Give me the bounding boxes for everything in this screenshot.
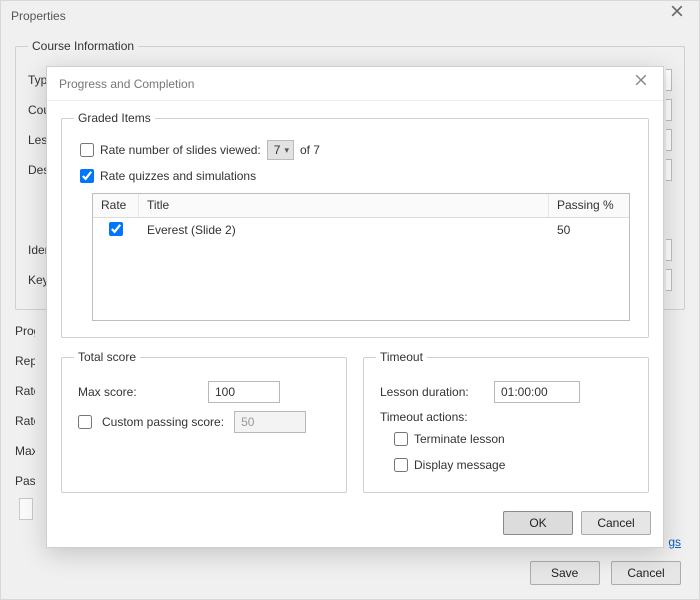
dialog-close-icon[interactable] (635, 74, 653, 92)
max-score-label: Max score: (78, 385, 198, 399)
properties-title: Properties (11, 9, 66, 23)
rate-quizzes-checkbox[interactable] (80, 169, 94, 183)
max-score-field[interactable]: 100 (208, 381, 280, 403)
custom-passing-field: 50 (234, 411, 306, 433)
total-score-group: Total score Max score: 100 Custom passin… (61, 350, 347, 493)
graded-items-legend: Graded Items (74, 111, 155, 125)
col-rate[interactable]: Rate (93, 194, 139, 217)
dialog-titlebar: Progress and Completion (47, 67, 663, 101)
terminate-lesson-row: Terminate lesson (394, 428, 636, 450)
rate-slides-row: Rate number of slides viewed: 7 ▾ of 7 (80, 139, 636, 161)
course-info-legend: Course Information (28, 39, 138, 53)
lesson-duration-row: Lesson duration: 01:00:00 (380, 380, 636, 404)
timeout-actions-label: Timeout actions: (380, 410, 636, 424)
properties-buttons: Save Cancel (522, 561, 681, 585)
settings-link-tail[interactable]: gs (668, 535, 681, 549)
slides-count-value: 7 (274, 143, 281, 157)
dialog-buttons: OK Cancel (47, 505, 663, 547)
display-message-row: Display message (394, 454, 636, 476)
table-row[interactable]: Everest (Slide 2) 50 (93, 218, 629, 242)
pass-field-stub (19, 498, 33, 520)
lesson-duration-field[interactable]: 01:00:00 (494, 381, 580, 403)
graded-items-table: Rate Title Passing % Everest (Slide 2) 5… (92, 193, 630, 321)
chevron-down-icon: ▾ (284, 145, 289, 156)
dialog-title: Progress and Completion (59, 77, 194, 91)
graded-items-group: Graded Items Rate number of slides viewe… (61, 111, 649, 338)
rate-quizzes-label: Rate quizzes and simulations (100, 169, 256, 183)
timeout-legend: Timeout (376, 350, 427, 364)
custom-passing-checkbox[interactable] (78, 415, 92, 429)
timeout-group: Timeout Lesson duration: 01:00:00 Timeou… (363, 350, 649, 493)
lesson-duration-label: Lesson duration: (380, 385, 484, 399)
ok-button[interactable]: OK (503, 511, 573, 535)
row-title-cell: Everest (Slide 2) (139, 219, 549, 241)
table-header: Rate Title Passing % (93, 194, 629, 218)
properties-cancel-button[interactable]: Cancel (611, 561, 681, 585)
progress-completion-dialog: Progress and Completion Graded Items Rat… (46, 66, 664, 548)
max-score-row: Max score: 100 (78, 380, 334, 404)
rate-quizzes-row: Rate quizzes and simulations (80, 165, 636, 187)
display-message-label: Display message (414, 458, 505, 472)
display-message-checkbox[interactable] (394, 458, 408, 472)
custom-passing-label: Custom passing score: (102, 415, 224, 429)
custom-passing-row: Custom passing score: 50 (78, 410, 334, 434)
close-icon[interactable] (671, 5, 691, 25)
terminate-lesson-label: Terminate lesson (414, 432, 505, 446)
row-passing-cell: 50 (549, 219, 629, 241)
total-score-legend: Total score (74, 350, 140, 364)
dialog-cancel-button[interactable]: Cancel (581, 511, 651, 535)
rate-slides-checkbox[interactable] (80, 143, 94, 157)
slides-of-label: of 7 (300, 143, 320, 157)
row-rate-cell (93, 218, 139, 243)
row-rate-checkbox[interactable] (109, 222, 123, 236)
rate-slides-label: Rate number of slides viewed: (100, 143, 261, 157)
terminate-lesson-checkbox[interactable] (394, 432, 408, 446)
slides-count-select[interactable]: 7 ▾ (267, 140, 294, 160)
save-button[interactable]: Save (530, 561, 600, 585)
col-title[interactable]: Title (139, 194, 549, 217)
properties-titlebar: Properties (1, 1, 699, 31)
col-passing[interactable]: Passing % (549, 194, 629, 217)
